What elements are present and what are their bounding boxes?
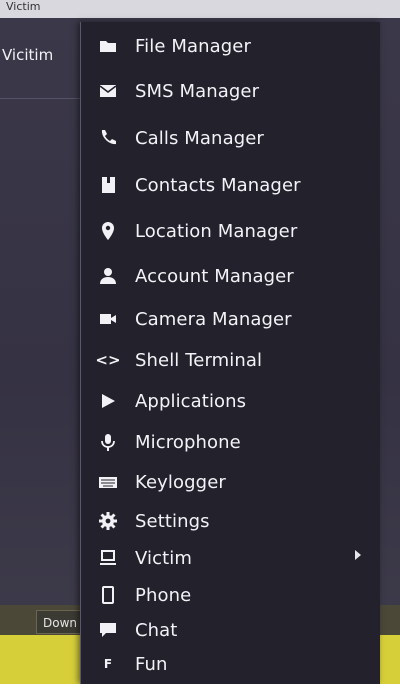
computer-icon [81, 540, 135, 576]
menu-item-label: Settings [135, 510, 210, 532]
menu-item-label: Chat [135, 619, 178, 641]
menu-item-label: Fun [135, 653, 168, 675]
menu-item-label: SMS Manager [135, 80, 260, 102]
menu-item-shell-terminal[interactable]: <> Shell Terminal [81, 342, 381, 378]
play-icon [81, 383, 135, 419]
menu-item-label: Location Manager [135, 220, 298, 242]
menu-item-label: Applications [135, 390, 247, 412]
code-brackets-icon: <> [95, 351, 121, 369]
gear-icon [81, 503, 135, 539]
menu-item-keylogger[interactable]: Keylogger [81, 464, 381, 500]
menu-item-calls-manager[interactable]: Calls Manager [81, 120, 381, 156]
menu-item-victim[interactable]: Victim [81, 540, 381, 576]
menu-item-account-manager[interactable]: Account Manager [81, 258, 381, 294]
menu-item-file-manager[interactable]: File Manager [81, 28, 381, 64]
menu-item-sms-manager[interactable]: SMS Manager [81, 73, 381, 109]
keyboard-icon [81, 464, 135, 500]
contacts-book-icon [81, 167, 135, 203]
menu-item-settings[interactable]: Settings [81, 503, 381, 539]
menu-item-label: Calls Manager [135, 127, 264, 149]
envelope-icon [81, 73, 135, 109]
victim-tab[interactable]: Vicitim [0, 40, 70, 70]
tab-divider [0, 98, 80, 99]
menu-item-label: Contacts Manager [135, 174, 301, 196]
menu-item-microphone[interactable]: Microphone [81, 424, 381, 460]
menu-item-phone[interactable]: Phone [81, 577, 381, 613]
menu-item-chat[interactable]: Chat [81, 612, 381, 648]
menu-item-contacts-manager[interactable]: Contacts Manager [81, 167, 381, 203]
microphone-icon [81, 424, 135, 460]
menu-item-label: Account Manager [135, 265, 294, 287]
letter-f-icon: F [103, 657, 113, 671]
app-titlebar: Victim [0, 0, 400, 18]
menu-item-label: Microphone [135, 431, 241, 453]
menu-item-label: File Manager [135, 35, 251, 57]
mobile-phone-icon [81, 577, 135, 613]
menu-item-camera-manager[interactable]: Camera Manager [81, 301, 381, 337]
submenu-arrow-icon [355, 550, 361, 560]
menu-item-label: Keylogger [135, 471, 226, 493]
map-pin-icon [81, 213, 135, 249]
menu-item-applications[interactable]: Applications [81, 383, 381, 419]
video-camera-icon [81, 301, 135, 337]
folder-icon [81, 28, 135, 64]
menu-item-location-manager[interactable]: Location Manager [81, 213, 381, 249]
phone-handset-icon [81, 120, 135, 156]
menu-item-label: Phone [135, 584, 192, 606]
user-icon [81, 258, 135, 294]
menu-item-fun[interactable]: F Fun [81, 646, 381, 682]
chat-bubble-icon [81, 612, 135, 648]
menu-item-label: Shell Terminal [135, 349, 263, 371]
context-menu: File Manager SMS Manager Calls Manager C… [80, 22, 380, 684]
app-title: Victim [6, 0, 41, 13]
menu-item-label: Camera Manager [135, 308, 292, 330]
menu-item-label: Victim [135, 547, 193, 569]
